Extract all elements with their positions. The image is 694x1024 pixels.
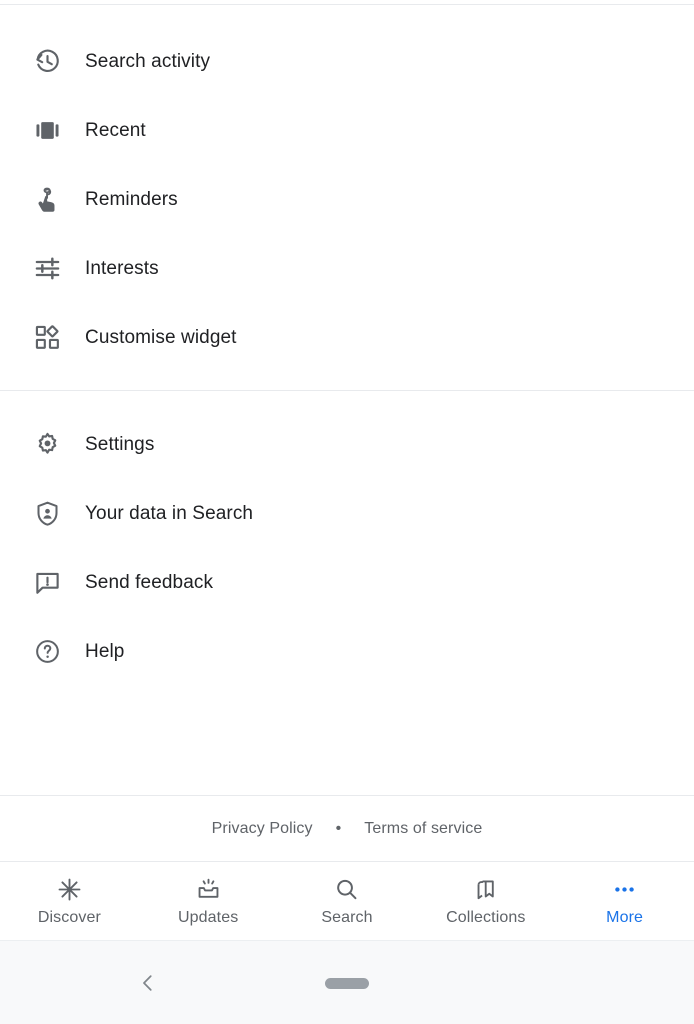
menu-item-label: Settings <box>85 434 155 455</box>
android-system-navigation-bar <box>0 941 694 1024</box>
footer-links: Privacy Policy • Terms of service <box>0 796 694 861</box>
google-app-more-menu-screen: Search activity Recent Reminders Interes… <box>0 0 694 1024</box>
back-chevron-icon[interactable] <box>134 969 162 997</box>
three-dots-icon <box>612 877 637 903</box>
menu-group-secondary: Settings Your data in Search Send feedba… <box>0 391 694 686</box>
menu-item-label: Interests <box>85 258 159 279</box>
menu-item-label: Reminders <box>85 189 178 210</box>
menu-item-label: Help <box>85 641 125 662</box>
nav-item-label: Updates <box>178 908 239 926</box>
menu-item-label: Recent <box>85 120 146 141</box>
finger-string-icon <box>33 185 62 214</box>
menu-item-your-data-in-search[interactable]: Your data in Search <box>0 479 694 548</box>
menu-item-send-feedback[interactable]: Send feedback <box>0 548 694 617</box>
asterisk-star-icon <box>57 877 82 903</box>
nav-item-search[interactable]: Search <box>278 877 416 926</box>
nav-item-collections[interactable]: Collections <box>417 877 555 926</box>
menu-item-label: Search activity <box>85 51 211 72</box>
inbox-tray-icon <box>196 877 221 903</box>
menu-group-primary: Search activity Recent Reminders Interes… <box>0 5 694 390</box>
bottom-navigation-bar: Discover Updates Search Collections More <box>0 862 694 940</box>
menu-item-recent[interactable]: Recent <box>0 96 694 165</box>
shield-person-icon <box>33 499 62 528</box>
nav-item-label: More <box>606 908 643 926</box>
nav-item-label: Search <box>321 908 373 926</box>
bookmark-collections-icon <box>473 877 498 903</box>
menu-item-label: Send feedback <box>85 572 214 593</box>
privacy-policy-link[interactable]: Privacy Policy <box>212 820 313 838</box>
home-pill-handle[interactable] <box>325 978 369 989</box>
nav-item-label: Discover <box>37 908 101 926</box>
menu-item-label: Customise widget <box>85 327 237 348</box>
history-icon <box>33 47 62 76</box>
nav-item-more[interactable]: More <box>556 877 694 926</box>
magnifier-icon <box>334 877 359 903</box>
footer-separator-dot: • <box>335 819 342 837</box>
menu-item-search-activity[interactable]: Search activity <box>0 27 694 96</box>
menu-item-customise-widget[interactable]: Customise widget <box>0 303 694 372</box>
help-circle-icon <box>33 637 62 666</box>
recent-cards-icon <box>33 116 62 145</box>
nav-item-discover[interactable]: Discover <box>0 877 138 926</box>
feedback-bubble-icon <box>33 568 62 597</box>
terms-of-service-link[interactable]: Terms of service <box>364 820 482 838</box>
nav-item-updates[interactable]: Updates <box>139 877 277 926</box>
menu-area: Search activity Recent Reminders Interes… <box>0 5 694 795</box>
menu-item-help[interactable]: Help <box>0 617 694 686</box>
menu-item-settings[interactable]: Settings <box>0 410 694 479</box>
menu-item-reminders[interactable]: Reminders <box>0 165 694 234</box>
nav-item-label: Collections <box>446 908 526 926</box>
menu-item-label: Your data in Search <box>85 503 254 524</box>
menu-item-interests[interactable]: Interests <box>0 234 694 303</box>
tune-sliders-icon <box>33 254 62 283</box>
gear-icon <box>33 430 62 459</box>
widgets-icon <box>33 323 62 352</box>
